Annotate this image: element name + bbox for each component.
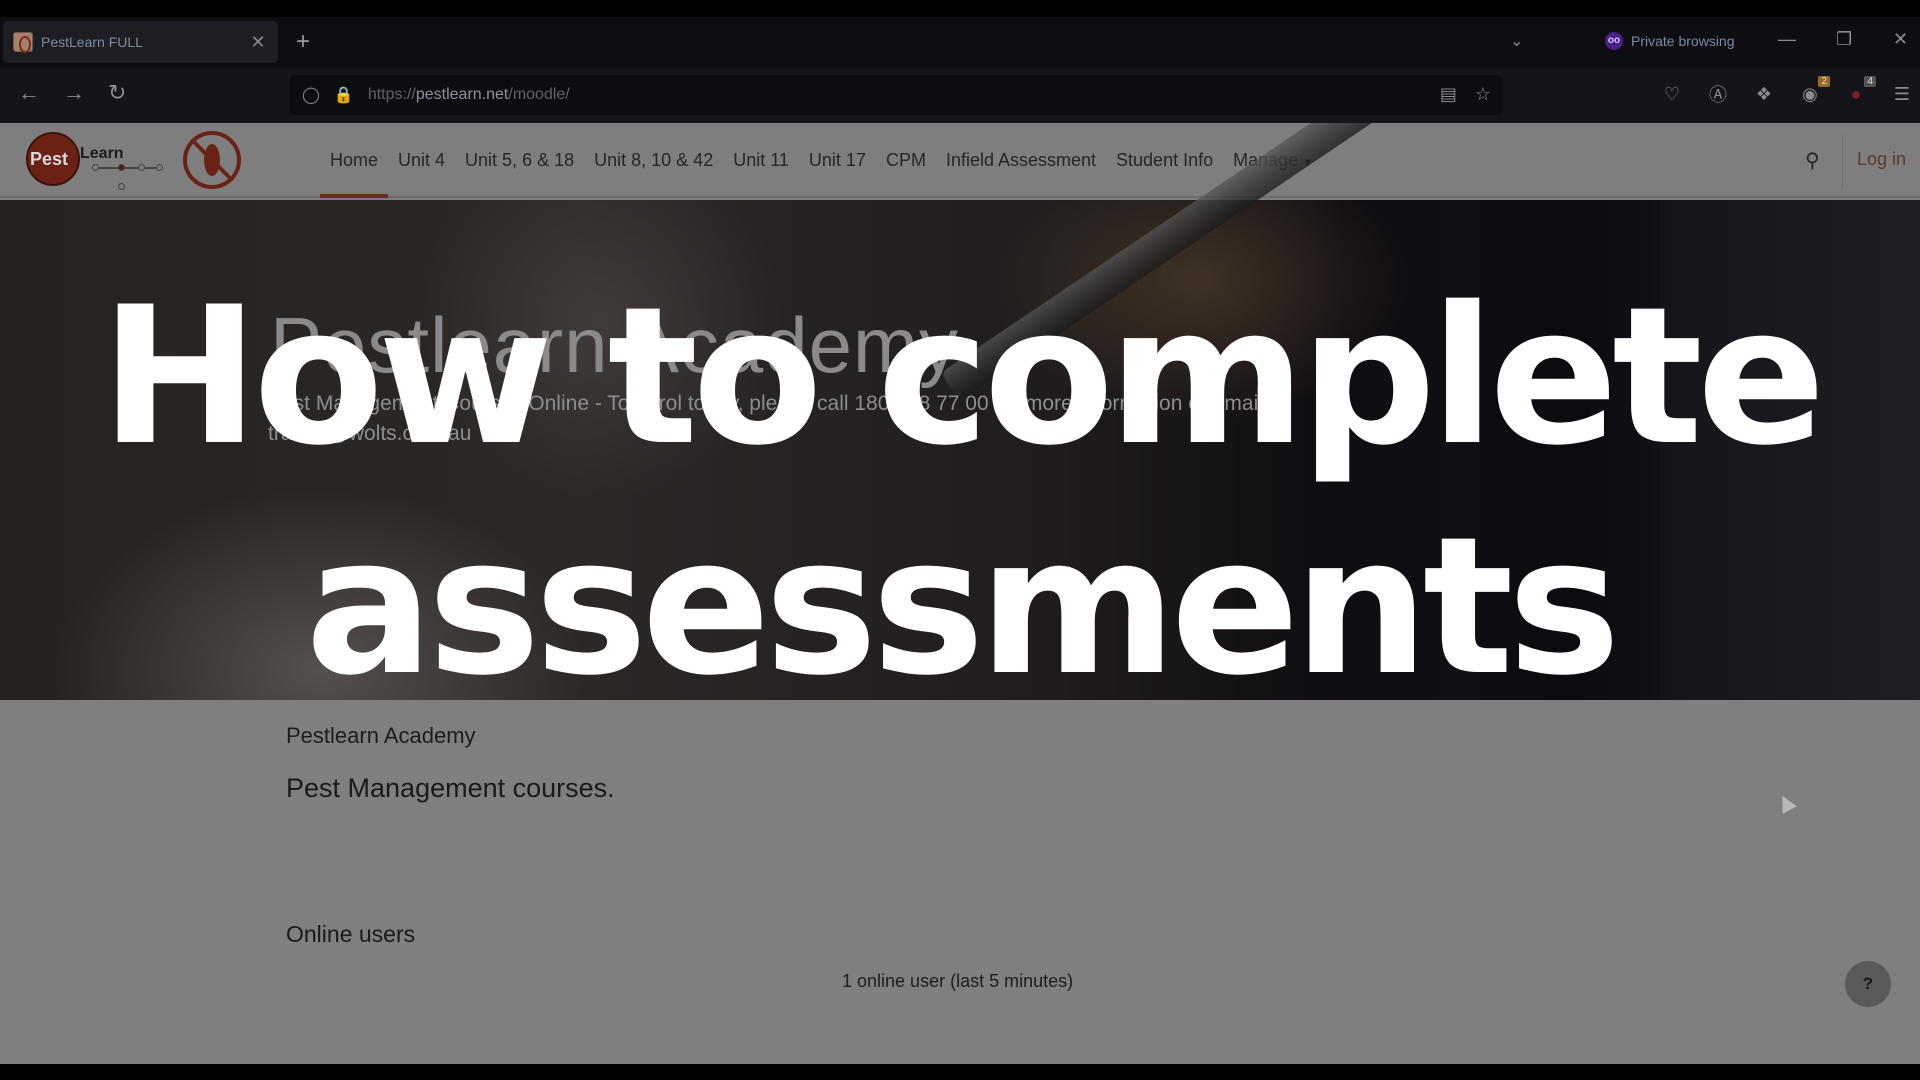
- site-summary: Pest Management courses.: [286, 773, 615, 803]
- nav-home[interactable]: Home: [320, 123, 389, 198]
- video-title-overlay: How to complete assessments: [0, 262, 1920, 722]
- tab-title: PestLearn FULL: [41, 34, 143, 50]
- site-header: Pest Learn Home Unit 4 Unit 5, 6 & 18 Un…: [0, 123, 1920, 198]
- url-bar[interactable]: ◯ 🔒 https://pestlearn.net/moodle/ ▤ ☆: [290, 75, 1503, 115]
- tampermonkey-icon[interactable]: ◉ 2: [1798, 75, 1830, 105]
- logo-learn-text: Learn: [80, 145, 124, 162]
- mouse-cursor-icon: [1775, 792, 1797, 814]
- site-nav: Home Unit 4 Unit 5, 6 & 18 Unit 8, 10 & …: [320, 123, 1323, 198]
- overlay-title-line-2: assessments: [305, 496, 1620, 717]
- reader-view-icon[interactable]: ▤: [1440, 84, 1457, 105]
- site-name-heading: Pestlearn Academy: [286, 723, 476, 748]
- login-link[interactable]: Log in: [1857, 149, 1906, 170]
- private-browsing-indicator: oo Private browsing: [1605, 32, 1735, 50]
- minimize-icon[interactable]: —: [1778, 29, 1796, 50]
- logo-node: [156, 164, 163, 171]
- lock-icon[interactable]: 🔒: [334, 85, 354, 105]
- close-window-icon[interactable]: ✕: [1893, 29, 1908, 50]
- private-browsing-label: Private browsing: [1631, 33, 1735, 49]
- close-icon[interactable]: ✕: [248, 32, 268, 53]
- extension-icons: ♡ Ⓐ ❖ ◉ 2 ● 4 ☰: [1660, 75, 1914, 107]
- nav-unit-17[interactable]: Unit 17: [799, 123, 876, 198]
- screen: PestLearn FULL ✕ + ⌄ oo Private browsing…: [0, 0, 1920, 1080]
- url-domain: pestlearn.net: [415, 86, 509, 103]
- browser-tab-strip: PestLearn FULL ✕ + ⌄ oo Private browsing…: [0, 17, 1920, 67]
- logo-network-line: [96, 167, 158, 169]
- logo-node: [118, 164, 125, 171]
- search-icon[interactable]: ⚲: [1805, 148, 1820, 173]
- no-bug-icon: [183, 131, 241, 189]
- chevron-down-icon[interactable]: ⌄: [1510, 31, 1523, 51]
- logo-node: [138, 164, 145, 171]
- nav-unit-8-10-42[interactable]: Unit 8, 10 & 42: [584, 123, 723, 198]
- url-actions: ▤ ☆: [1440, 84, 1491, 105]
- nav-infield-assessment[interactable]: Infield Assessment: [936, 123, 1106, 198]
- forward-icon[interactable]: →: [63, 81, 85, 105]
- header-divider: [1842, 135, 1843, 187]
- nav-unit-4[interactable]: Unit 4: [388, 123, 455, 198]
- extension-badge: 2: [1818, 75, 1830, 87]
- bookmark-star-icon[interactable]: ☆: [1475, 84, 1491, 105]
- shield-icon[interactable]: ◯: [302, 85, 320, 105]
- logo-node: [118, 183, 125, 190]
- restore-icon[interactable]: ❐: [1836, 29, 1852, 50]
- ublock-icon[interactable]: ● 4: [1844, 75, 1876, 105]
- online-users-heading: Online users: [286, 921, 416, 947]
- nav-unit-11[interactable]: Unit 11: [723, 123, 799, 198]
- hamburger-menu-icon[interactable]: ☰: [1890, 84, 1914, 105]
- new-tab-button[interactable]: +: [296, 27, 310, 57]
- nav-cpm[interactable]: CPM: [876, 123, 936, 198]
- logo-node: [92, 164, 99, 171]
- overlay-title-line-1: How to complete: [100, 266, 1826, 487]
- logo-pest-text: Pest: [30, 149, 69, 169]
- extension-badge: 4: [1864, 75, 1876, 87]
- online-users-count: 1 online user (last 5 minutes): [842, 971, 1074, 991]
- url-path: /moodle/: [508, 86, 570, 103]
- private-mask-icon: oo: [1605, 32, 1623, 50]
- url-scheme: https://: [367, 86, 416, 103]
- url-text[interactable]: https://pestlearn.net/moodle/: [368, 86, 570, 104]
- reload-icon[interactable]: ↻: [108, 81, 126, 105]
- pestlearn-logo[interactable]: Pest Learn: [26, 129, 166, 193]
- account-icon[interactable]: Ⓐ: [1706, 81, 1730, 107]
- nav-student-info[interactable]: Student Info: [1106, 123, 1223, 198]
- favicon-icon: [13, 32, 33, 53]
- extensions-icon[interactable]: ❖: [1752, 84, 1776, 105]
- help-button[interactable]: ?: [1845, 961, 1891, 1007]
- pocket-icon[interactable]: ♡: [1660, 84, 1684, 105]
- browser-toolbar: ← → ↻ ◯ 🔒 https://pestlearn.net/moodle/ …: [0, 67, 1920, 123]
- back-icon[interactable]: ←: [18, 81, 40, 105]
- nav-unit-5-6-18[interactable]: Unit 5, 6 & 18: [455, 123, 584, 198]
- browser-tab[interactable]: PestLearn FULL ✕: [3, 21, 278, 63]
